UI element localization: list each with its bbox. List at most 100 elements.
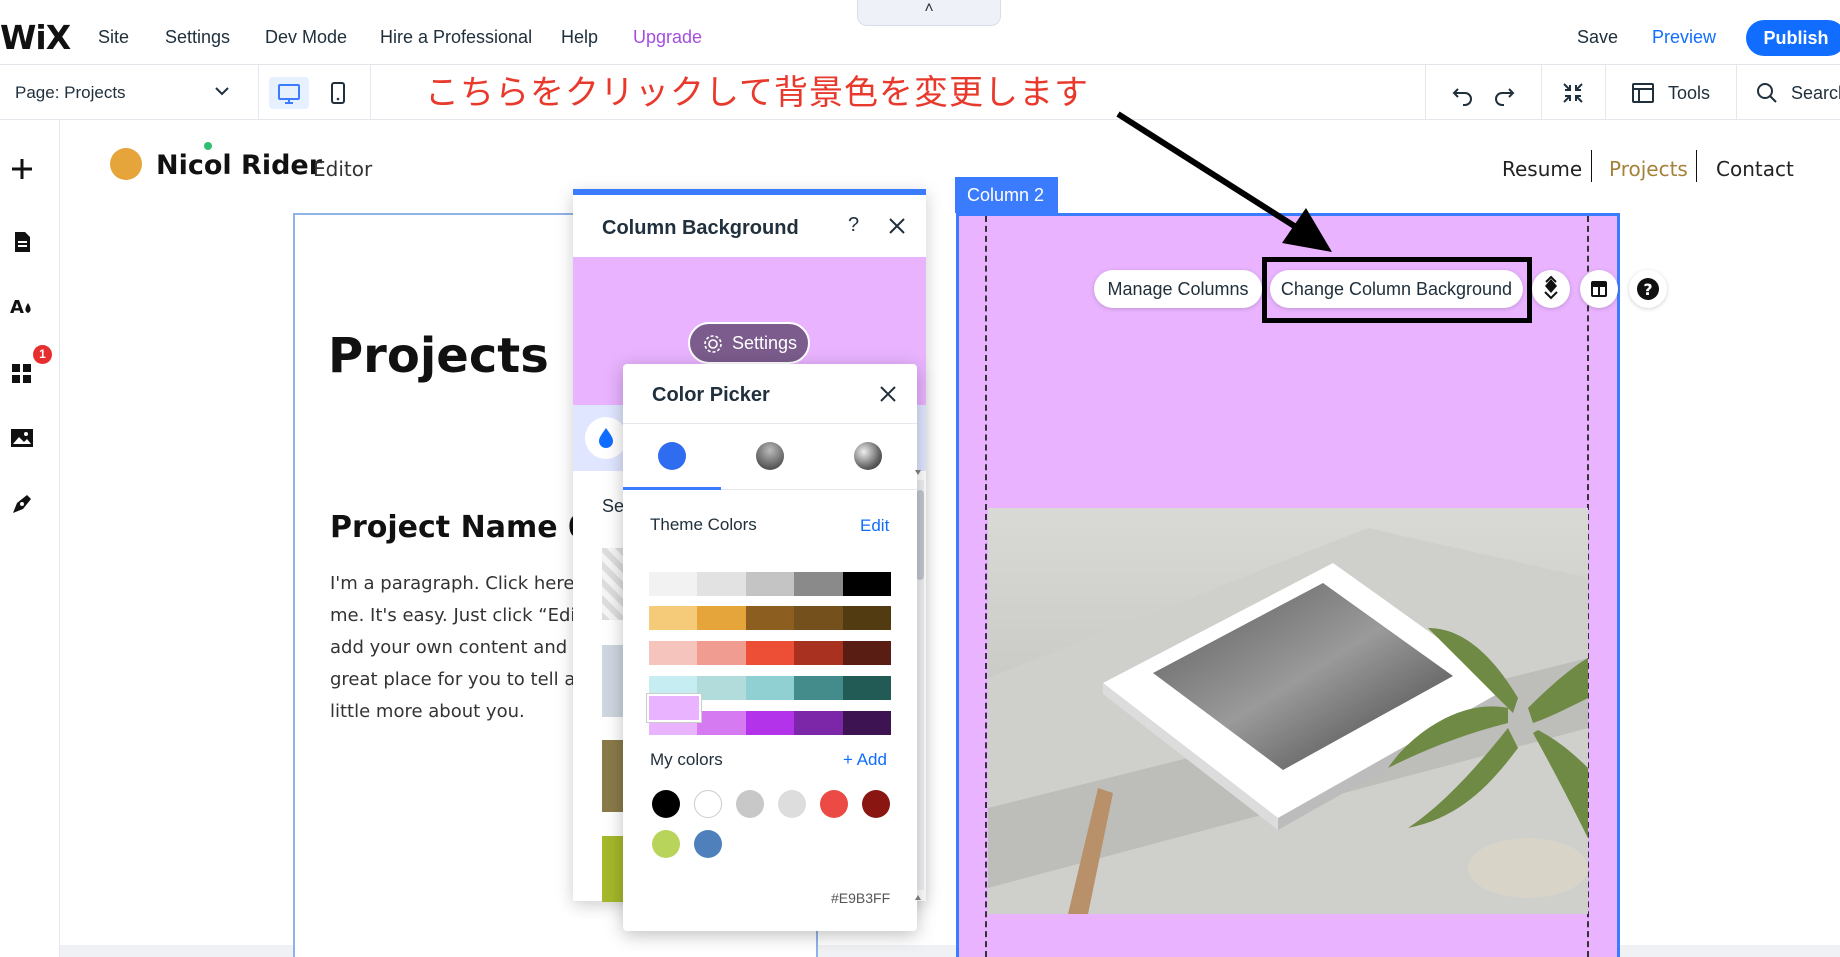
menu-upgrade[interactable]: Upgrade: [633, 27, 702, 48]
gradient-tab-icon[interactable]: [756, 442, 784, 470]
my-color-swatch[interactable]: [820, 790, 848, 818]
menu-help[interactable]: Help: [561, 27, 598, 48]
theme-color-swatch[interactable]: [745, 606, 795, 630]
theme-color-swatch[interactable]: [745, 572, 795, 596]
theme-color-swatch[interactable]: [697, 676, 746, 700]
theme-color-swatch[interactable]: [697, 641, 746, 665]
theme-color-swatch[interactable]: [745, 711, 795, 735]
my-color-swatch[interactable]: [652, 830, 680, 858]
preview-button[interactable]: Preview: [1652, 27, 1716, 48]
pages-icon[interactable]: [8, 228, 36, 256]
book-plant-photo: [988, 508, 1588, 914]
arrange-button[interactable]: [1532, 270, 1570, 308]
manage-columns-button[interactable]: Manage Columns: [1094, 270, 1262, 308]
column-background-title: Column Background: [602, 217, 799, 239]
theme-color-swatch[interactable]: [745, 676, 795, 700]
my-color-swatch[interactable]: [694, 790, 722, 818]
settings-button[interactable]: Settings: [688, 322, 810, 364]
my-color-swatch[interactable]: [652, 790, 680, 818]
help-button[interactable]: ?: [1629, 270, 1667, 308]
search-button[interactable]: Search: [1791, 83, 1840, 104]
column-image[interactable]: [988, 508, 1588, 914]
media-icon[interactable]: [8, 424, 36, 452]
theme-color-swatch[interactable]: [842, 676, 892, 700]
theme-color-swatch[interactable]: [649, 606, 698, 630]
page-select[interactable]: Page: Projects: [15, 83, 126, 103]
site-nav-resume[interactable]: Resume: [1502, 157, 1582, 181]
settings-label: Settings: [732, 333, 798, 353]
project-name-heading[interactable]: Project Name 0: [330, 510, 589, 545]
color-fill-button[interactable]: [585, 417, 627, 459]
background-list-label: Se: [602, 496, 625, 516]
add-elements-icon[interactable]: [8, 155, 36, 183]
site-nav-projects[interactable]: Projects: [1609, 157, 1688, 181]
panel-help-button[interactable]: ?: [848, 214, 859, 237]
hex-color-value[interactable]: #E9B3FF: [831, 890, 890, 906]
theme-color-swatch[interactable]: [649, 641, 698, 665]
menu-hire-professional[interactable]: Hire a Professional: [380, 27, 532, 48]
selected-color-swatch[interactable]: [647, 694, 701, 722]
chevron-down-icon[interactable]: [212, 81, 232, 101]
blog-pen-icon[interactable]: [8, 490, 36, 518]
theme-color-swatch[interactable]: [794, 676, 843, 700]
site-name[interactable]: Nicol Rider: [156, 150, 322, 181]
zoom-out-icon[interactable]: [1559, 79, 1587, 107]
close-icon[interactable]: [887, 216, 907, 236]
theme-color-swatch[interactable]: [794, 606, 843, 630]
collapse-toolbar-handle[interactable]: ˄: [857, 0, 1001, 26]
undo-icon[interactable]: [1449, 79, 1477, 107]
my-color-swatch[interactable]: [736, 790, 764, 818]
my-color-swatch[interactable]: [694, 830, 722, 858]
site-subtitle[interactable]: Editor: [313, 157, 372, 181]
gear-icon: [704, 335, 722, 353]
menu-site[interactable]: Site: [98, 27, 129, 48]
my-color-swatch[interactable]: [862, 790, 890, 818]
column-guide-left: [985, 216, 987, 957]
theme-colors-edit-link[interactable]: Edit: [860, 516, 889, 536]
theme-color-swatch[interactable]: [842, 606, 892, 630]
publish-button[interactable]: Publish: [1746, 20, 1840, 56]
active-tab-indicator: [623, 487, 721, 490]
solid-color-tab-icon[interactable]: [658, 442, 686, 470]
add-color-link[interactable]: + Add: [843, 750, 887, 770]
theme-color-swatch[interactable]: [842, 711, 892, 735]
theme-color-swatch[interactable]: [649, 572, 698, 596]
project-paragraph[interactable]: I'm a paragraph. Click here t me. It's e…: [330, 568, 600, 728]
column-2-tag: Column 2: [955, 177, 1058, 213]
layout-button[interactable]: [1580, 270, 1618, 308]
theme-color-swatch[interactable]: [697, 711, 746, 735]
desktop-view-button[interactable]: [269, 77, 309, 109]
mobile-view-button[interactable]: [324, 77, 352, 109]
theme-color-swatch[interactable]: [745, 641, 795, 665]
close-icon[interactable]: [878, 384, 898, 404]
save-button[interactable]: Save: [1577, 27, 1618, 48]
theme-color-swatch[interactable]: [697, 606, 746, 630]
theme-color-swatch[interactable]: [842, 641, 892, 665]
menu-dev-mode[interactable]: Dev Mode: [265, 27, 347, 48]
theme-color-swatch[interactable]: [697, 572, 746, 596]
site-nav-contact[interactable]: Contact: [1716, 157, 1794, 181]
menu-settings[interactable]: Settings: [165, 27, 230, 48]
theme-color-swatch[interactable]: [794, 641, 843, 665]
my-color-swatch[interactable]: [778, 790, 806, 818]
theme-color-swatch[interactable]: [794, 711, 843, 735]
left-sidebar: A: [0, 120, 60, 957]
page-title[interactable]: Projects: [328, 328, 549, 384]
layout-icon: [1591, 281, 1607, 297]
fluid-gradient-tab-icon[interactable]: [854, 442, 882, 470]
search-icon[interactable]: [1753, 79, 1781, 107]
tools-button[interactable]: Tools: [1668, 83, 1710, 104]
theme-color-swatch[interactable]: [794, 572, 843, 596]
top-bar: WiX Site Settings Dev Mode Hire a Profes…: [0, 0, 1840, 65]
apps-icon[interactable]: [8, 358, 36, 386]
design-icon[interactable]: A: [8, 293, 36, 321]
theme-color-swatch[interactable]: [842, 572, 892, 596]
annotation-highlight-box: [1262, 257, 1532, 323]
color-picker-title: Color Picker: [652, 384, 770, 406]
tools-icon[interactable]: [1629, 79, 1657, 107]
site-logo-dot: [110, 148, 142, 180]
redo-icon[interactable]: [1490, 79, 1518, 107]
wix-logo[interactable]: WiX: [0, 18, 71, 57]
picker-scrollbar[interactable]: [913, 470, 923, 900]
annotation-arrow-icon: [1116, 111, 1332, 252]
